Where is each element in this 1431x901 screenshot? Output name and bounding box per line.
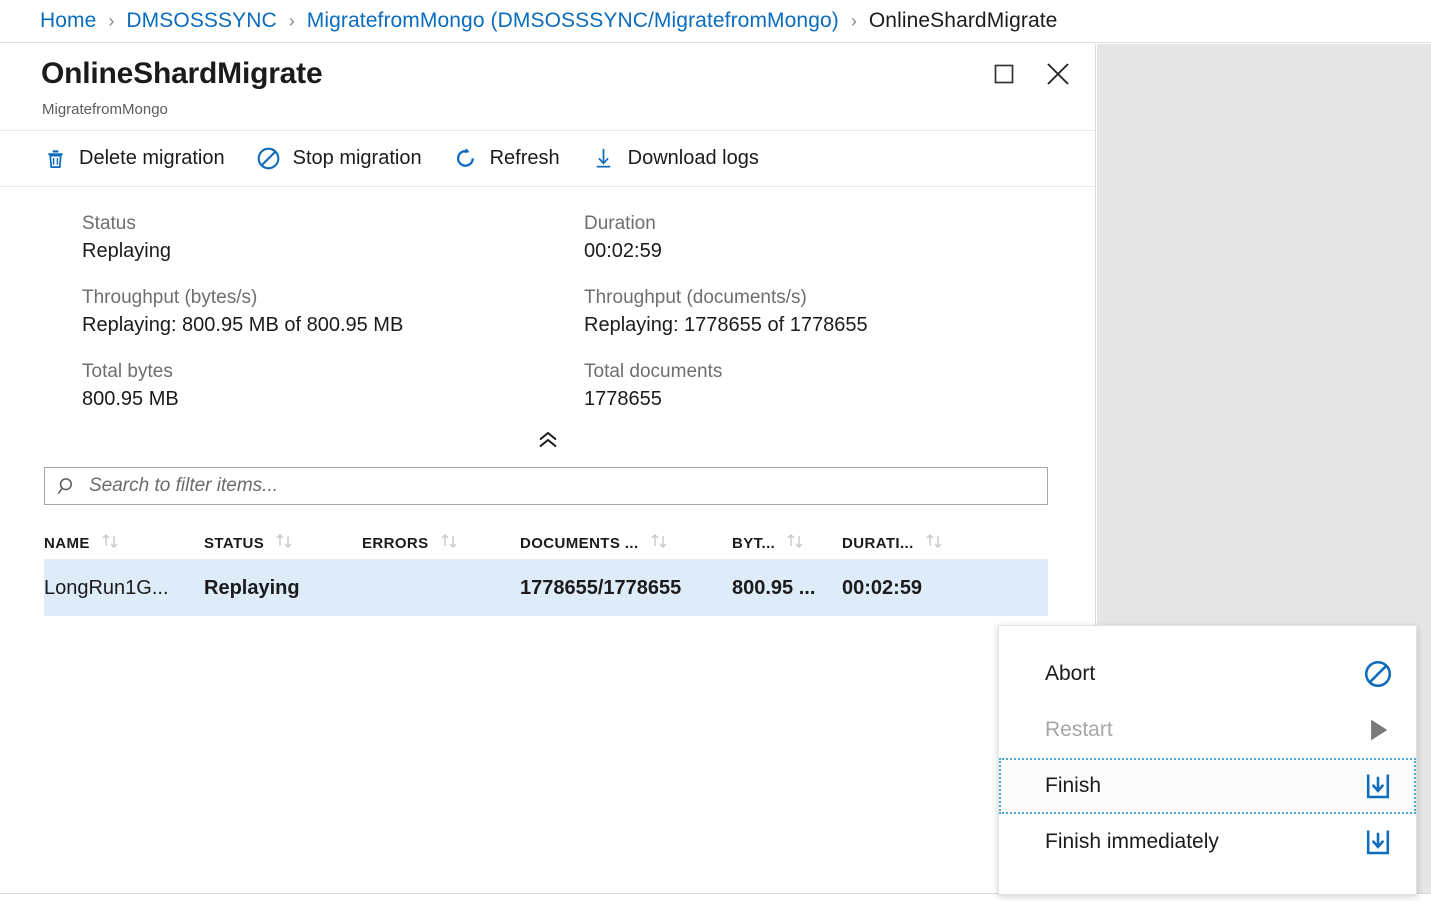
sort-icon: [649, 533, 671, 553]
metric-label: Duration: [584, 213, 656, 234]
column-header-label: DOCUMENTS ...: [520, 534, 639, 552]
download-logs-label: Download logs: [627, 147, 759, 169]
cell-duration: 00:02:59: [842, 576, 923, 599]
prohibition-icon: [1362, 658, 1394, 690]
metric-value: Replaying: [82, 240, 171, 262]
metric-value: 800.95 MB: [82, 388, 179, 410]
download-logs-button[interactable]: Download logs: [591, 139, 776, 179]
column-header-label: BYT...: [732, 534, 776, 552]
metric-throughput-documents: Throughput (documents/s) Replaying: 1778…: [502, 287, 1004, 337]
metric-label: Total documents: [584, 361, 723, 382]
close-icon: [1045, 61, 1071, 92]
window-controls: [989, 61, 1073, 91]
sort-icon: [100, 533, 122, 553]
play-icon: [1362, 714, 1394, 746]
column-header-label: NAME: [44, 534, 90, 552]
metric-value: 00:02:59: [584, 240, 662, 262]
maximize-icon: [993, 63, 1015, 90]
search-filter-box[interactable]: [44, 467, 1048, 505]
metric-label: Throughput (bytes/s): [82, 287, 258, 308]
column-header-label: DURATI...: [842, 534, 914, 552]
sort-icon: [439, 533, 461, 553]
cell-bytes: 800.95 ...: [732, 576, 816, 599]
column-header-name[interactable]: NAME: [44, 533, 204, 553]
collapse-summary-row: [0, 429, 1096, 455]
context-menu-item-restart: Restart: [999, 702, 1416, 758]
cell-status: Replaying: [204, 576, 300, 599]
table-header-row: NAME STATUS ERRORS DOCUMENTS ... BYT... …: [44, 527, 1048, 560]
metric-value: 1778655: [584, 388, 662, 410]
metric-value: Replaying: 1778655 of 1778655: [584, 314, 868, 336]
row-context-menu: Abort Restart Finish Finish immediately: [998, 625, 1417, 895]
trash-icon: [42, 146, 68, 172]
column-header-status[interactable]: STATUS: [204, 533, 362, 553]
metric-duration: Duration 00:02:59: [502, 213, 1004, 263]
blade-panel: OnlineShardMigrate MigratefromMongo Dele…: [0, 44, 1096, 893]
cell-documents: 1778655/1778655: [520, 576, 682, 599]
column-header-bytes[interactable]: BYT...: [732, 533, 842, 553]
metric-label: Throughput (documents/s): [584, 287, 807, 308]
sort-icon: [274, 533, 296, 553]
context-menu-item-finish[interactable]: Finish: [999, 758, 1416, 814]
page-title: OnlineShardMigrate: [41, 57, 323, 90]
metrics-row: Status Replaying Duration 00:02:59: [0, 213, 1095, 263]
close-button[interactable]: [1043, 61, 1073, 91]
blade-header: OnlineShardMigrate MigratefromMongo: [0, 44, 1095, 131]
context-menu-item-label: Abort: [1045, 662, 1096, 685]
metric-total-bytes: Total bytes 800.95 MB: [0, 361, 502, 411]
collapse-summary-button[interactable]: [530, 431, 566, 453]
page-subtitle: MigratefromMongo: [42, 101, 168, 118]
breadcrumb-separator: ›: [108, 11, 115, 31]
metrics-row: Total bytes 800.95 MB Total documents 17…: [0, 361, 1095, 411]
table-row[interactable]: LongRun1G... Replaying 1778655/1778655 8…: [44, 560, 1048, 616]
cell-name: LongRun1G...: [44, 576, 169, 599]
breadcrumb: Home › DMSOSSSYNC › MigratefromMongo (DM…: [0, 0, 1431, 43]
migration-items-table: NAME STATUS ERRORS DOCUMENTS ... BYT... …: [44, 527, 1048, 616]
context-menu-item-label: Restart: [1045, 718, 1113, 741]
metric-throughput-bytes: Throughput (bytes/s) Replaying: 800.95 M…: [0, 287, 502, 337]
delete-migration-label: Delete migration: [79, 147, 225, 169]
breadcrumb-item-migratefrommongo[interactable]: MigratefromMongo (DMSOSSSYNC/Migratefrom…: [307, 9, 839, 33]
metrics-row: Throughput (bytes/s) Replaying: 800.95 M…: [0, 287, 1095, 337]
refresh-label: Refresh: [489, 147, 560, 169]
metrics-summary: Status Replaying Duration 00:02:59 Throu…: [0, 187, 1095, 411]
context-menu-item-label: Finish immediately: [1045, 830, 1219, 853]
column-header-errors[interactable]: ERRORS: [362, 533, 520, 553]
context-menu-item-finish-immediately[interactable]: Finish immediately: [999, 814, 1416, 870]
search-icon: [45, 476, 89, 497]
delete-migration-button[interactable]: Delete migration: [42, 139, 242, 179]
chevron-double-up-icon: [536, 431, 560, 454]
context-menu-item-abort[interactable]: Abort: [999, 646, 1416, 702]
download-icon: [591, 146, 617, 172]
breadcrumb-separator: ›: [288, 11, 295, 31]
prohibition-icon: [256, 146, 282, 172]
context-menu-item-label: Finish: [1045, 774, 1102, 797]
metric-label: Status: [82, 213, 136, 234]
stop-migration-label: Stop migration: [292, 147, 422, 169]
metric-value: Replaying: 800.95 MB of 800.95 MB: [82, 314, 404, 336]
download-tray-icon: [1362, 770, 1394, 802]
breadcrumb-item-home[interactable]: Home: [40, 9, 96, 33]
command-toolbar: Delete migration Stop migration Refresh: [0, 131, 1095, 187]
refresh-button[interactable]: Refresh: [453, 139, 577, 179]
metric-total-documents: Total documents 1778655: [502, 361, 1004, 411]
sort-icon: [924, 533, 946, 553]
sort-icon: [785, 533, 807, 553]
refresh-icon: [453, 146, 479, 172]
breadcrumb-separator: ›: [850, 11, 857, 31]
metric-label: Total bytes: [82, 361, 173, 382]
stop-migration-button[interactable]: Stop migration: [256, 139, 439, 179]
column-header-label: ERRORS: [362, 534, 429, 552]
column-header-label: STATUS: [204, 534, 265, 552]
breadcrumb-item-onlineshardmigrate: OnlineShardMigrate: [868, 9, 1058, 32]
download-tray-icon: [1362, 826, 1394, 858]
search-input[interactable]: [89, 468, 1047, 504]
breadcrumb-item-dmsosssync[interactable]: DMSOSSSYNC: [126, 9, 276, 33]
maximize-button[interactable]: [989, 61, 1019, 91]
metric-status: Status Replaying: [0, 213, 502, 263]
column-header-documents[interactable]: DOCUMENTS ...: [520, 533, 732, 553]
column-header-duration[interactable]: DURATI...: [842, 533, 992, 553]
